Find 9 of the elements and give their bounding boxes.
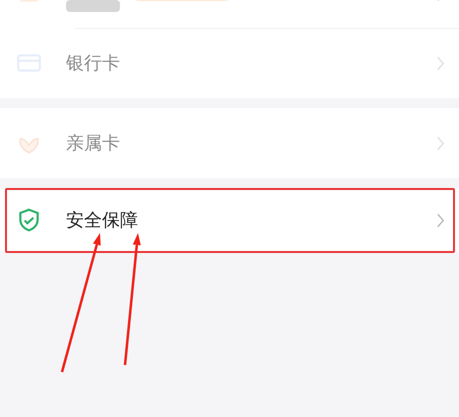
chevron-icon — [436, 54, 445, 72]
menu-item-label: 亲属卡 — [66, 132, 120, 155]
label-placeholder — [66, 0, 120, 12]
menu-item[interactable]: 安全保障 — [0, 189, 459, 251]
menu-item-label: 安全保障 — [66, 209, 138, 232]
chevron-icon — [436, 134, 445, 152]
menu-item-label: 银行卡 — [66, 52, 120, 75]
chevron-icon — [436, 212, 445, 228]
menu-item[interactable]: 亲属卡 — [0, 108, 459, 178]
